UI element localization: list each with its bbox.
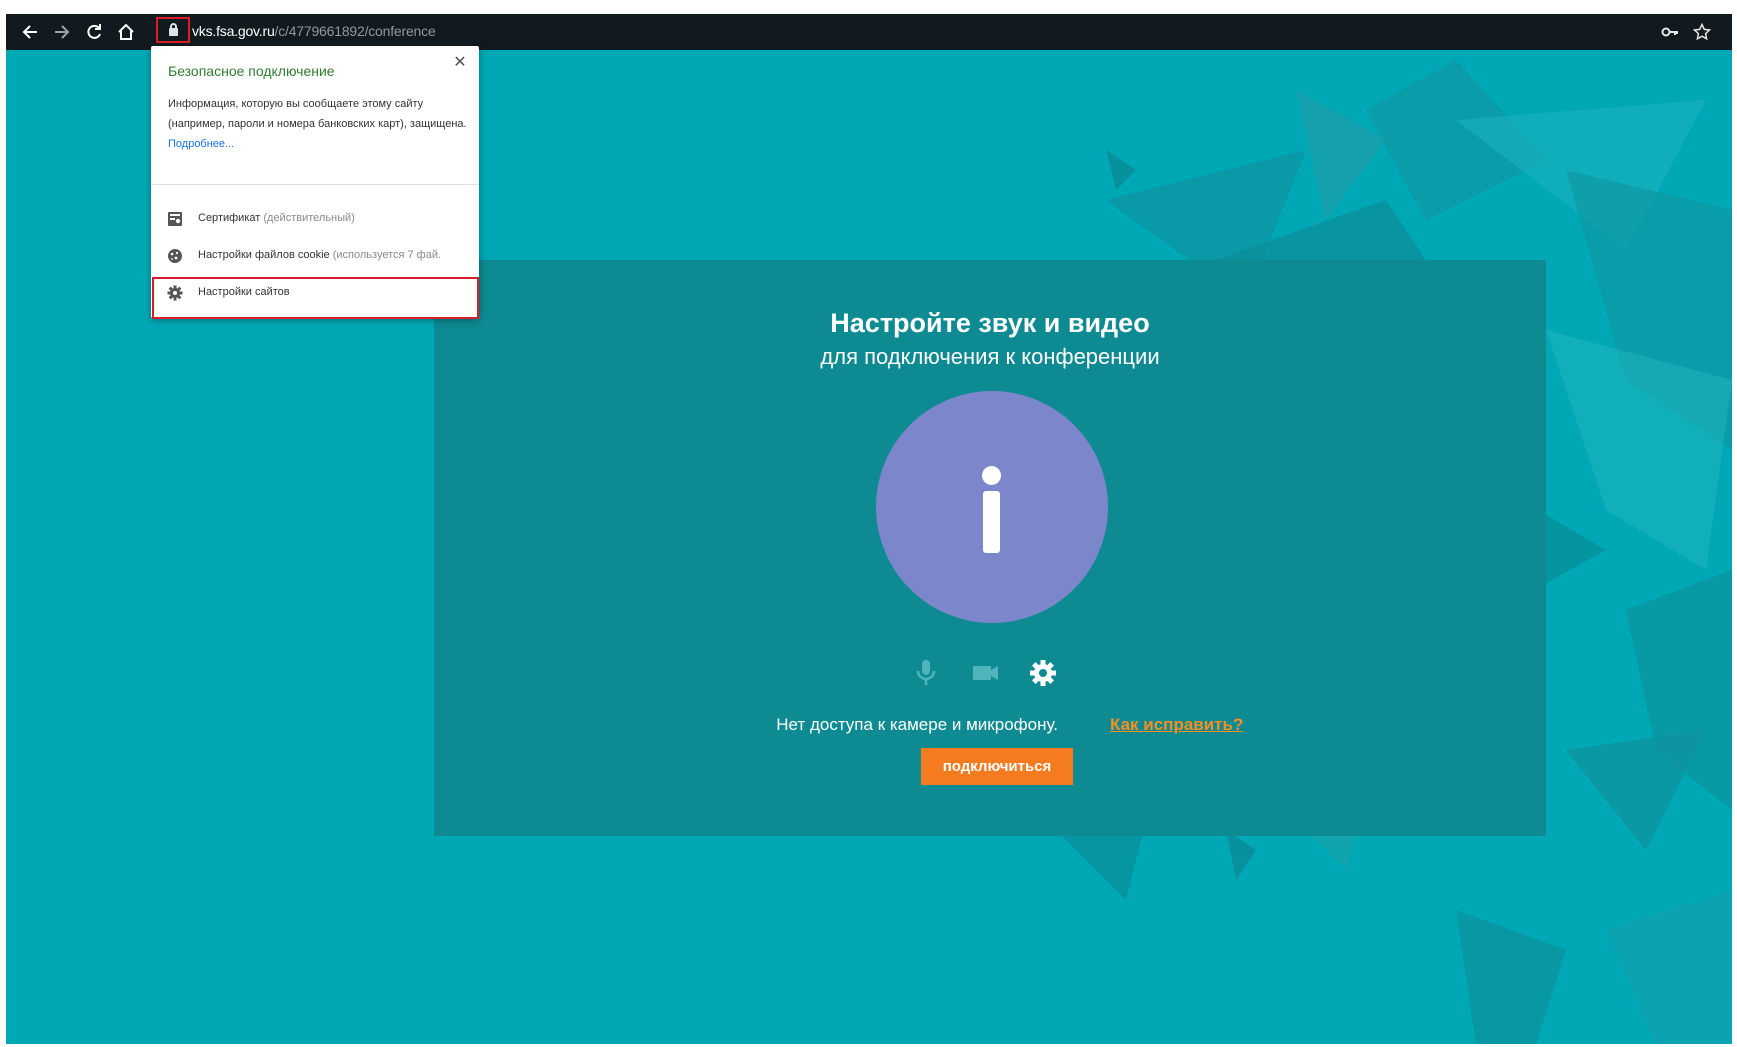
cookie-icon: [168, 249, 182, 263]
info-icon: [876, 391, 1108, 623]
reload-icon[interactable]: [84, 23, 104, 41]
how-to-fix-link[interactable]: Как исправить?: [1110, 715, 1243, 735]
browser-window: vks.fsa.gov.ru/c/4779661892/conference Н…: [6, 14, 1732, 1044]
status-message: Нет доступа к камере и микрофону.: [776, 715, 1058, 734]
address-bar[interactable]: vks.fsa.gov.ru/c/4779661892/conference: [192, 23, 436, 39]
certificate-item[interactable]: Сертификат (действительный): [151, 201, 479, 237]
site-info-button[interactable]: [156, 17, 190, 43]
certificate-icon: [168, 212, 182, 226]
certificate-status: (действительный): [263, 212, 355, 224]
page-subtitle: для подключения к конференции: [820, 344, 1160, 369]
security-description: Информация, которую вы сообщаете этому с…: [168, 94, 468, 154]
camera-icon[interactable]: [971, 658, 1001, 693]
learn-more-link[interactable]: Подробнее...: [168, 138, 234, 150]
cookie-usage-note: (используется 7 фай.: [332, 249, 442, 261]
gear-icon[interactable]: [1028, 658, 1058, 693]
highlight-box: [152, 277, 479, 319]
certificate-label: Сертификат: [198, 212, 261, 224]
arrow-left-icon[interactable]: [20, 23, 40, 41]
cookie-settings-item[interactable]: Настройки файлов cookie (используется 7 …: [151, 238, 479, 274]
media-setup-panel: Настройте звук и видео для подключения к…: [434, 260, 1546, 836]
key-icon[interactable]: [1661, 23, 1679, 45]
home-icon[interactable]: [116, 23, 136, 41]
join-button[interactable]: подключиться: [921, 748, 1073, 785]
url-host: vks.fsa.gov.ru: [192, 23, 275, 39]
page-title: Настройте звук и видео: [830, 308, 1150, 338]
secure-connection-title: Безопасное подключение: [168, 63, 335, 79]
cookie-settings-label: Настройки файлов cookie: [198, 249, 330, 261]
star-icon[interactable]: [1692, 22, 1712, 45]
close-icon[interactable]: ✕: [451, 54, 469, 72]
arrow-right-icon[interactable]: [52, 23, 72, 41]
divider: [151, 184, 479, 185]
url-path: /c/4779661892/conference: [274, 23, 436, 39]
security-description-text: Информация, которую вы сообщаете этому с…: [168, 98, 467, 130]
browser-toolbar: vks.fsa.gov.ru/c/4779661892/conference: [6, 14, 1732, 50]
microphone-icon[interactable]: [914, 658, 938, 693]
site-info-popup: Безопасное подключение ✕ Информация, кот…: [151, 46, 479, 319]
